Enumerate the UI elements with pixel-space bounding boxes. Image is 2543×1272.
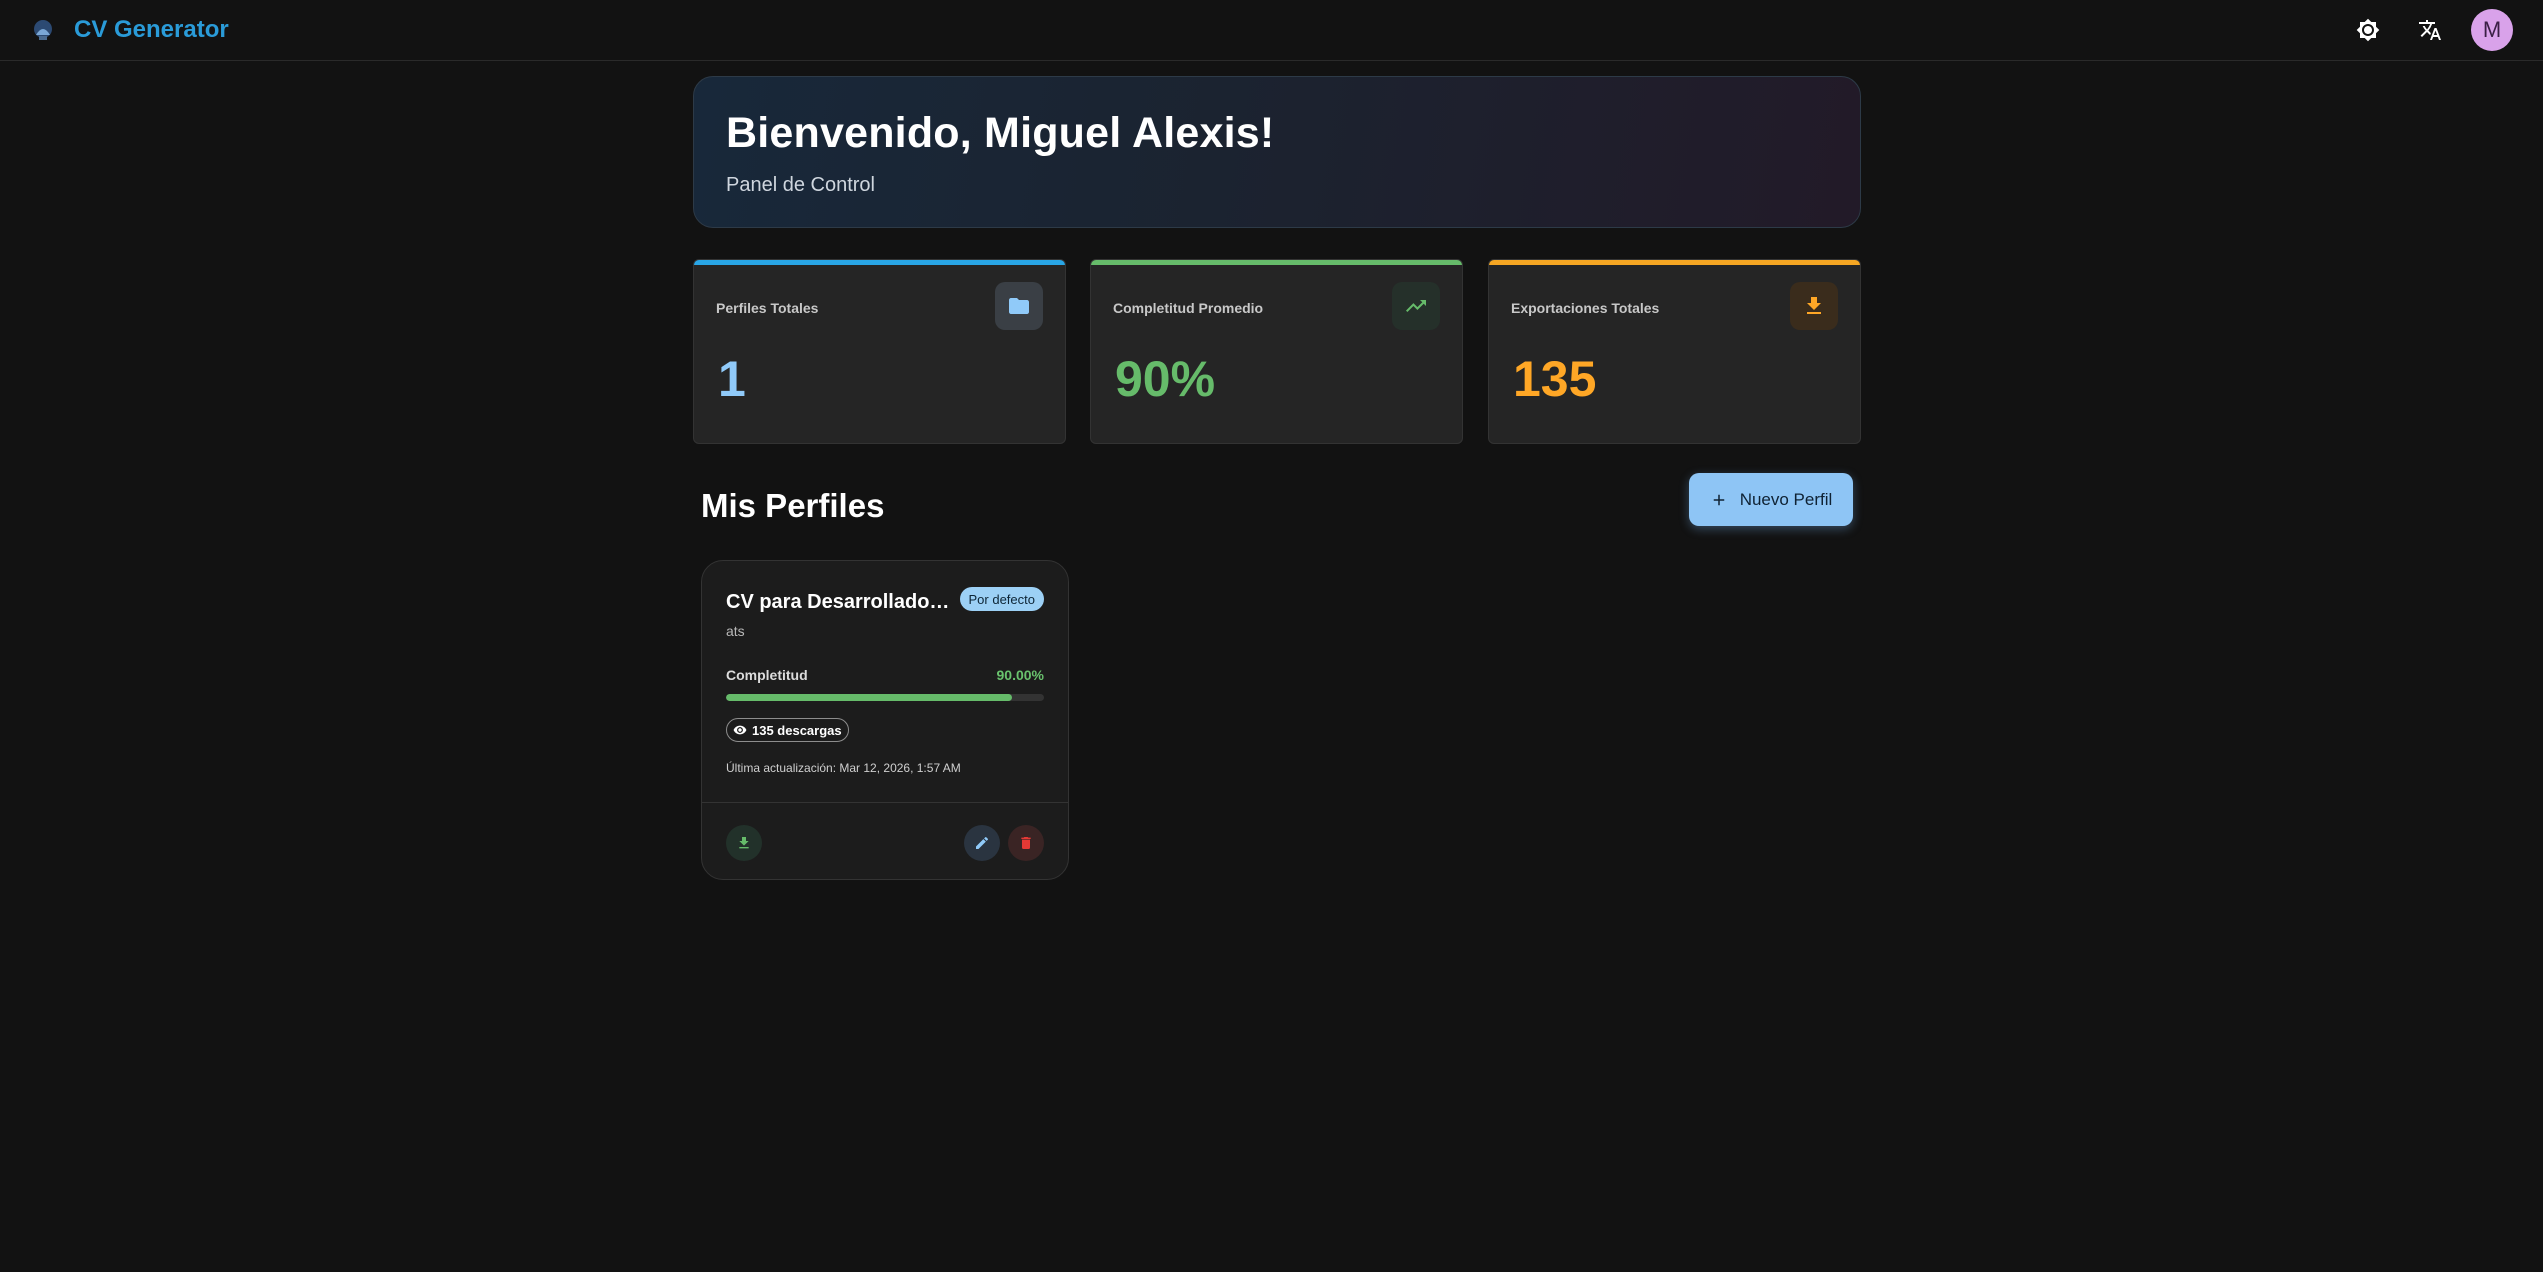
card-divider bbox=[702, 802, 1068, 803]
app-logo-icon bbox=[34, 20, 52, 40]
stat-label: Perfiles Totales bbox=[716, 300, 819, 316]
edit-profile-button[interactable] bbox=[964, 825, 1000, 861]
stat-label: Completitud Promedio bbox=[1113, 300, 1264, 316]
brightness-icon bbox=[2356, 18, 2380, 42]
user-avatar[interactable]: M bbox=[2471, 9, 2513, 51]
theme-toggle-button[interactable] bbox=[2347, 9, 2389, 51]
stat-value: 135 bbox=[1513, 351, 1597, 407]
eye-icon bbox=[733, 725, 747, 735]
section-title: Mis Perfiles bbox=[701, 487, 885, 524]
stat-label: Exportaciones Totales bbox=[1511, 300, 1660, 316]
stat-accent-bar bbox=[694, 260, 1065, 265]
completeness-label: Completitud bbox=[726, 667, 808, 683]
profile-template: ats bbox=[726, 623, 745, 639]
last-updated: Última actualización: Mar 12, 2026, 1:57… bbox=[726, 761, 961, 775]
stat-card-completeness: Completitud Promedio 90% bbox=[1090, 259, 1463, 444]
top-bar: CV Generator M bbox=[0, 0, 2543, 61]
completeness-progress-fill bbox=[726, 694, 1013, 701]
stat-card-exports: Exportaciones Totales 135 bbox=[1488, 259, 1861, 444]
stat-card-profiles: Perfiles Totales 1 bbox=[693, 259, 1066, 444]
stat-icon-box bbox=[1392, 282, 1440, 330]
download-profile-button[interactable] bbox=[726, 825, 762, 861]
translate-icon bbox=[2419, 20, 2441, 40]
downloads-chip: 135 descargas bbox=[726, 718, 849, 742]
download-icon bbox=[739, 837, 749, 849]
language-button[interactable] bbox=[2409, 9, 2451, 51]
plus-icon bbox=[1713, 494, 1724, 505]
new-profile-button[interactable]: Nuevo Perfil bbox=[1689, 473, 1853, 526]
stat-icon-box bbox=[995, 282, 1043, 330]
stat-accent-bar bbox=[1091, 260, 1462, 265]
new-profile-label: Nuevo Perfil bbox=[1739, 489, 1833, 509]
welcome-banner: Bienvenido, Miguel Alexis! Panel de Cont… bbox=[693, 76, 1861, 228]
stats-row: Perfiles Totales 1 Completitud Promedio … bbox=[693, 259, 1861, 444]
stat-accent-bar bbox=[1489, 260, 1860, 265]
folder-icon bbox=[1009, 298, 1029, 314]
profile-card[interactable]: CV para Desarrollador ... Por defecto at… bbox=[701, 560, 1069, 880]
stat-value: 1 bbox=[718, 351, 746, 407]
trash-icon bbox=[1021, 837, 1031, 849]
profiles-header: Mis Perfiles Nuevo Perfil bbox=[693, 473, 1861, 533]
app-title: CV Generator bbox=[74, 16, 229, 43]
brand[interactable]: CV Generator bbox=[30, 16, 229, 44]
trending-up-icon bbox=[1406, 300, 1426, 312]
welcome-title: Bienvenido, Miguel Alexis! bbox=[726, 109, 1275, 157]
completeness-progress bbox=[726, 694, 1044, 701]
top-actions: M bbox=[2347, 9, 2513, 51]
default-badge: Por defecto bbox=[959, 587, 1044, 611]
stat-value: 90% bbox=[1115, 351, 1216, 407]
downloads-label: 135 descargas bbox=[752, 722, 842, 738]
delete-profile-button[interactable] bbox=[1008, 825, 1044, 861]
completeness-value: 90.00% bbox=[996, 667, 1044, 683]
dashboard-main: Bienvenido, Miguel Alexis! Panel de Cont… bbox=[693, 76, 1861, 880]
download-icon bbox=[1807, 297, 1821, 314]
profile-title: CV para Desarrollador ... bbox=[726, 591, 954, 613]
edit-icon bbox=[976, 836, 989, 849]
stat-icon-box bbox=[1790, 282, 1838, 330]
welcome-subtitle: Panel de Control bbox=[726, 174, 875, 196]
